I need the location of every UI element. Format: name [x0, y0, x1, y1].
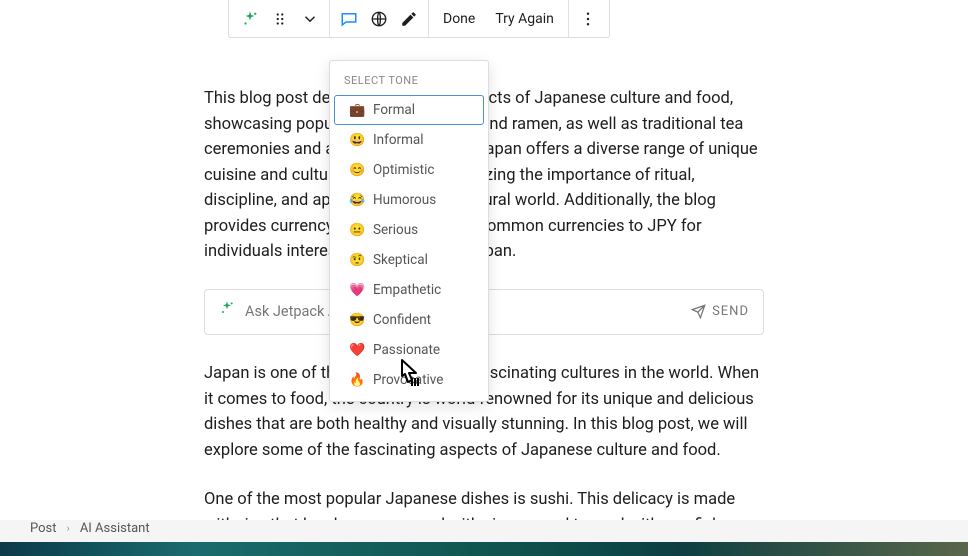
- globe-icon[interactable]: [364, 4, 394, 34]
- footer-gradient: [0, 542, 968, 556]
- ai-logo-icon[interactable]: [235, 4, 265, 34]
- tone-emoji: 🤨: [349, 253, 365, 268]
- tone-label: Serious: [373, 222, 418, 238]
- tone-option-passionate[interactable]: ❤️ Passionate: [334, 335, 484, 365]
- tone-emoji: 😃: [349, 133, 365, 148]
- tone-option-formal[interactable]: 💼 Formal: [334, 95, 484, 125]
- more-options-icon[interactable]: [573, 4, 603, 34]
- tone-label: Optimistic: [373, 162, 434, 178]
- tone-label: Informal: [373, 132, 424, 148]
- chevron-down-icon[interactable]: [295, 4, 325, 34]
- tone-emoji: 😐: [349, 223, 365, 238]
- tone-option-humorous[interactable]: 😂 Humorous: [334, 185, 484, 215]
- ai-input-placeholder: Ask Jetpack AI: [245, 301, 341, 323]
- tone-option-informal[interactable]: 😃 Informal: [334, 125, 484, 155]
- tone-emoji: 😊: [349, 163, 365, 178]
- block-toolbar: Done Try Again: [228, 0, 610, 38]
- paragraph[interactable]: One of the most popular Japanese dishes …: [204, 487, 764, 520]
- send-label: SEND: [712, 302, 749, 322]
- chat-icon[interactable]: [334, 4, 364, 34]
- send-button[interactable]: SEND: [691, 302, 749, 322]
- try-again-button[interactable]: Try Again: [485, 11, 564, 27]
- tone-emoji: ❤️: [349, 343, 365, 358]
- tone-option-confident[interactable]: 😎 Confident: [334, 305, 484, 335]
- tone-emoji: 💗: [349, 283, 365, 298]
- breadcrumb: Post › AI Assistant: [30, 521, 150, 536]
- tone-label: Empathetic: [373, 282, 441, 298]
- tone-emoji: 💼: [349, 103, 365, 118]
- tone-emoji: 😂: [349, 193, 365, 208]
- tone-popover: SELECT TONE 💼 Formal 😃 Informal 😊 Optimistic 😂…: [329, 60, 489, 402]
- tone-option-provocative[interactable]: 🔥 Provocative: [334, 365, 484, 395]
- tone-option-empathetic[interactable]: 💗 Empathetic: [334, 275, 484, 305]
- tone-emoji: 😎: [349, 313, 365, 328]
- done-button[interactable]: Done: [433, 11, 485, 27]
- tone-label: Humorous: [373, 192, 436, 208]
- ai-sparkle-icon: [219, 300, 235, 323]
- breadcrumb-root[interactable]: Post: [30, 521, 57, 536]
- tone-label: Provocative: [373, 372, 443, 388]
- drag-handle-icon[interactable]: [265, 4, 295, 34]
- tone-option-skeptical[interactable]: 🤨 Skeptical: [334, 245, 484, 275]
- breadcrumb-current[interactable]: AI Assistant: [80, 521, 150, 536]
- tone-label: Skeptical: [373, 252, 428, 268]
- tone-emoji: 🔥: [349, 373, 365, 388]
- pencil-icon[interactable]: [394, 4, 424, 34]
- tone-label: Formal: [373, 102, 415, 118]
- tone-option-serious[interactable]: 😐 Serious: [334, 215, 484, 245]
- tone-label: Passionate: [373, 342, 440, 358]
- tone-popover-title: SELECT TONE: [330, 64, 488, 95]
- chevron-right-icon: ›: [67, 522, 70, 535]
- tone-label: Confident: [373, 312, 431, 328]
- tone-option-optimistic[interactable]: 😊 Optimistic: [334, 155, 484, 185]
